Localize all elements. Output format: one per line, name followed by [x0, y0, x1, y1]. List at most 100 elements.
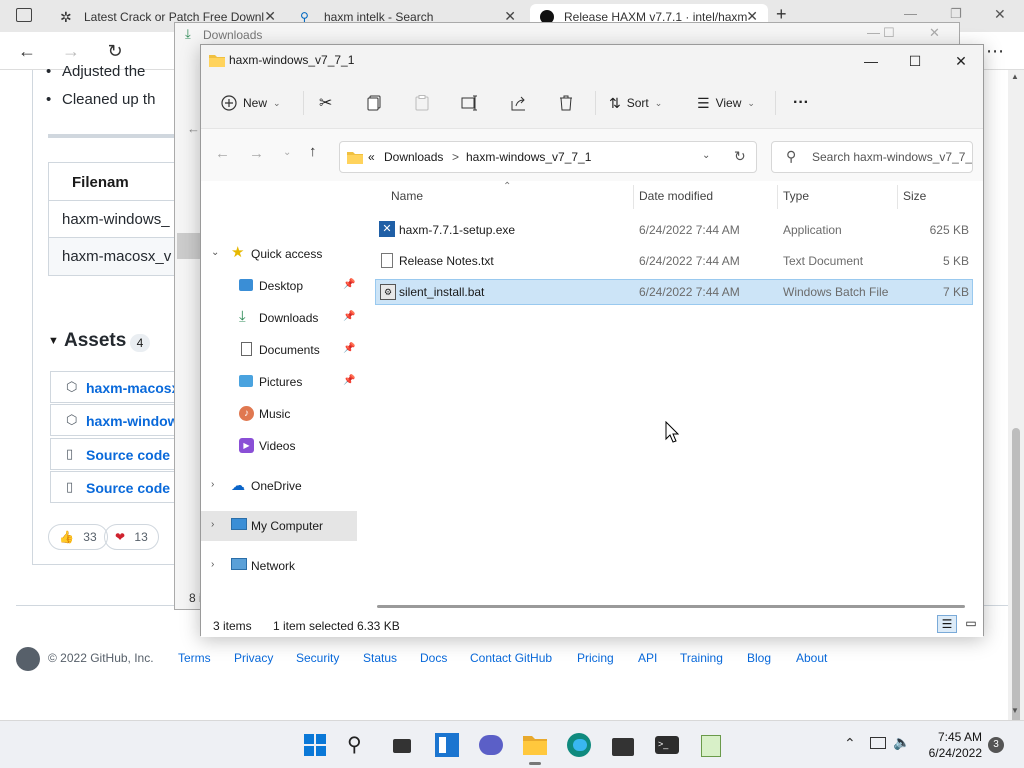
volume-icon[interactable]: 🔈: [893, 734, 910, 751]
column-size[interactable]: Size: [903, 189, 926, 203]
asset-link-macosx[interactable]: haxm-macosx: [86, 380, 179, 396]
file-row[interactable]: ⚙ silent_install.bat 6/24/2022 7:44 AM W…: [375, 279, 973, 305]
explorer-titlebar[interactable]: haxm-windows_v7_7_1 — ☐ ✕: [201, 45, 983, 77]
notification-badge[interactable]: 3: [988, 737, 1004, 753]
column-date[interactable]: Date modified: [639, 189, 713, 203]
task-view-icon[interactable]: [391, 733, 415, 757]
details-view-button[interactable]: ☰: [937, 615, 957, 633]
maximize-button[interactable]: ☐: [895, 49, 935, 73]
paste-button[interactable]: [415, 93, 435, 113]
copy-button[interactable]: [367, 93, 387, 113]
terminal-icon[interactable]: >_: [655, 733, 679, 757]
footer-link-terms[interactable]: Terms: [178, 651, 211, 665]
footer-link-security[interactable]: Security: [296, 651, 339, 665]
minimize-button[interactable]: —: [851, 49, 891, 73]
scroll-up-icon[interactable]: ▲: [1011, 72, 1019, 81]
file-row[interactable]: Release Notes.txt 6/24/2022 7:44 AM Text…: [375, 248, 973, 274]
chevron-down-icon[interactable]: ⌄: [211, 247, 219, 258]
tray-chevron-up-icon[interactable]: ⌃: [844, 735, 856, 752]
back-close-button[interactable]: ✕: [929, 25, 940, 41]
close-button[interactable]: ✕: [941, 49, 981, 73]
column-divider[interactable]: [777, 185, 778, 209]
column-divider[interactable]: [897, 185, 898, 209]
file-row[interactable]: ✕ haxm-7.7.1-setup.exe 6/24/2022 7:44 AM…: [375, 217, 973, 243]
sort-button[interactable]: ⇅ Sort ⌄: [609, 93, 662, 113]
nav-downloads[interactable]: ⤓ Downloads 📌: [201, 303, 357, 333]
address-bar[interactable]: « Downloads > haxm-windows_v7_7_1 ⌄ ↻: [339, 141, 757, 173]
footer-link-status[interactable]: Status: [363, 651, 397, 665]
chevron-right-icon[interactable]: ›: [211, 479, 214, 490]
browser-minimize-button[interactable]: —: [904, 6, 917, 21]
footer-link-about[interactable]: About: [796, 651, 827, 665]
page-scrollbar[interactable]: [1008, 70, 1024, 768]
nav-onedrive[interactable]: › ☁ OneDrive: [201, 471, 357, 501]
asset-link-windows[interactable]: haxm-window: [86, 413, 179, 429]
back-nav-arrow-icon[interactable]: ←: [187, 121, 200, 136]
footer-link-privacy[interactable]: Privacy: [234, 651, 273, 665]
nav-music[interactable]: ♪ Music: [201, 399, 357, 429]
asset-link-source-zip[interactable]: Source code: [86, 447, 170, 463]
breadcrumb-haxm[interactable]: haxm-windows_v7_7_1: [466, 150, 591, 164]
nav-documents[interactable]: Documents 📌: [201, 335, 357, 365]
chat-icon[interactable]: [479, 733, 503, 757]
footer-link-pricing[interactable]: Pricing: [577, 651, 614, 665]
up-arrow-icon[interactable]: ↑: [309, 143, 317, 160]
tab-actions-icon[interactable]: [16, 8, 32, 22]
new-button[interactable]: New ⌄: [221, 93, 281, 113]
column-divider[interactable]: [633, 185, 634, 209]
footer-link-contact[interactable]: Contact GitHub: [470, 651, 552, 665]
chevron-down-icon[interactable]: ⌄: [702, 150, 710, 161]
cut-button[interactable]: ✂: [319, 93, 332, 113]
back-maximize-button[interactable]: ☐: [883, 25, 895, 41]
delete-button[interactable]: [559, 93, 579, 113]
search-input[interactable]: ⚲ Search haxm-windows_v7_7_1: [771, 141, 973, 173]
share-button[interactable]: [511, 93, 533, 113]
scroll-thumb[interactable]: [1012, 428, 1020, 768]
network-tray-icon[interactable]: [870, 737, 886, 749]
search-icon[interactable]: ⚲: [347, 733, 371, 757]
back-arrow-icon[interactable]: ←: [215, 145, 230, 162]
system-clock[interactable]: 7:45 AM 6/24/2022: [918, 730, 982, 760]
column-name[interactable]: Name: [391, 189, 423, 203]
reaction-thumbs-up[interactable]: 👍 33: [48, 524, 108, 550]
assets-toggle-icon[interactable]: ▼: [48, 335, 59, 347]
edge-icon[interactable]: [567, 733, 591, 757]
breadcrumb-downloads[interactable]: Downloads: [384, 150, 443, 164]
forward-arrow-icon[interactable]: →: [249, 145, 264, 162]
nav-desktop[interactable]: Desktop 📌: [201, 271, 357, 301]
footer-link-api[interactable]: API: [638, 651, 657, 665]
filename-header[interactable]: Filenam: [72, 174, 129, 191]
browser-maximize-button[interactable]: ❐: [950, 6, 962, 22]
github-logo-icon[interactable]: [16, 647, 40, 671]
nav-my-computer[interactable]: › My Computer: [201, 511, 357, 541]
more-icon[interactable]: ⋯: [984, 40, 1006, 62]
scroll-down-icon[interactable]: ▼: [1011, 706, 1019, 715]
nav-network[interactable]: › Network: [201, 551, 357, 581]
horizontal-scrollbar[interactable]: [377, 605, 965, 608]
rename-button[interactable]: [461, 93, 485, 113]
refresh-icon[interactable]: ↻: [104, 40, 126, 62]
browser-close-button[interactable]: ✕: [994, 6, 1006, 23]
tiles-view-button[interactable]: ▭: [961, 615, 981, 633]
footer-link-training[interactable]: Training: [680, 651, 723, 665]
asset-link-source-tar[interactable]: Source code: [86, 480, 170, 496]
reaction-heart[interactable]: ❤ 13: [104, 524, 159, 550]
nav-pictures[interactable]: Pictures 📌: [201, 367, 357, 397]
notepad-icon[interactable]: [699, 733, 723, 757]
footer-link-docs[interactable]: Docs: [420, 651, 447, 665]
address-overflow[interactable]: «: [368, 150, 375, 164]
back-minimize-button[interactable]: —: [867, 25, 880, 40]
footer-link-blog[interactable]: Blog: [747, 651, 771, 665]
refresh-icon[interactable]: ↻: [734, 148, 746, 165]
nav-videos[interactable]: ▶ Videos: [201, 431, 357, 461]
windows-start-icon[interactable]: [303, 733, 327, 757]
file-explorer-icon[interactable]: [523, 733, 547, 765]
view-button[interactable]: ☰ View ⌄: [697, 93, 755, 113]
store-icon[interactable]: [611, 733, 635, 757]
assets-title[interactable]: Assets: [64, 330, 126, 352]
widgets-icon[interactable]: [435, 733, 459, 757]
chevron-right-icon[interactable]: ›: [211, 519, 214, 530]
back-icon[interactable]: ←: [16, 40, 38, 62]
chevron-right-icon[interactable]: ›: [211, 559, 214, 570]
forward-icon[interactable]: →: [60, 40, 82, 62]
